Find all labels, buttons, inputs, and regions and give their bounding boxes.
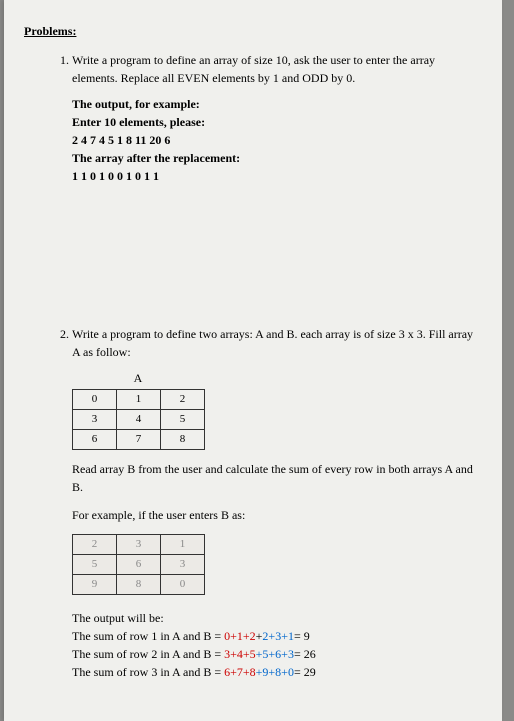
formula-b: +9+8+0 [256, 665, 294, 679]
cell: 6 [73, 430, 117, 450]
row-prefix: The sum of row 3 in A and B = [72, 665, 224, 679]
cell: 7 [117, 430, 161, 450]
sum-result: = 29 [294, 665, 316, 679]
cell: 5 [161, 410, 205, 430]
example-instruction: For example, if the user enters B as: [72, 506, 482, 524]
example-output-values: 1 1 0 1 0 0 1 0 1 1 [72, 167, 482, 185]
read-instruction: Read array B from the user and calculate… [72, 460, 482, 496]
output-block: The output will be: The sum of row 1 in … [72, 609, 482, 681]
problem-1-prompt: Write a program to define an array of si… [72, 51, 482, 87]
matrix-b-wrapper: 2 3 1 5 6 3 9 8 0 [72, 534, 482, 595]
section-title: Problems: [24, 24, 482, 39]
cell: 3 [73, 410, 117, 430]
output-label: The output will be: [72, 609, 482, 627]
example-input-label: Enter 10 elements, please: [72, 113, 482, 131]
table-row: 2 3 1 [73, 535, 205, 555]
example-output-label: The array after the replacement: [72, 149, 482, 167]
sum-result: = 9 [294, 629, 310, 643]
formula-b: +5+6+3 [256, 647, 294, 661]
problem-1-example: The output, for example: Enter 10 elemen… [72, 95, 482, 185]
problem-1: Write a program to define an array of si… [72, 51, 482, 185]
example-input-values: 2 4 7 4 5 1 8 11 20 6 [72, 131, 482, 149]
table-row: 0 1 2 [73, 390, 205, 410]
table-row: 3 4 5 [73, 410, 205, 430]
cell: 4 [117, 410, 161, 430]
output-row-2: The sum of row 2 in A and B = 3+4+5+5+6+… [72, 645, 482, 663]
formula-b: 2+3+1 [262, 629, 294, 643]
cell: 3 [161, 555, 205, 575]
output-row-3: The sum of row 3 in A and B = 6+7+8+9+8+… [72, 663, 482, 681]
cell: 1 [161, 535, 205, 555]
example-label: The output, for example: [72, 95, 482, 113]
cell: 2 [161, 390, 205, 410]
formula-a: 0+1+2 [224, 629, 256, 643]
matrix-a: 0 1 2 3 4 5 6 7 8 [72, 389, 205, 450]
cell: 8 [117, 575, 161, 595]
cell: 1 [117, 390, 161, 410]
row-prefix: The sum of row 2 in A and B = [72, 647, 224, 661]
sum-result: = 26 [294, 647, 316, 661]
cell: 3 [117, 535, 161, 555]
cell: 2 [73, 535, 117, 555]
matrix-b: 2 3 1 5 6 3 9 8 0 [72, 534, 205, 595]
problems-container: Write a program to define an array of si… [72, 51, 482, 681]
formula-a: 3+4+5 [224, 647, 256, 661]
cell: 5 [73, 555, 117, 575]
output-row-1: The sum of row 1 in A and B = 0+1+2+2+3+… [72, 627, 482, 645]
document-page: Problems: Write a program to define an a… [4, 0, 502, 721]
table-row: 6 7 8 [73, 430, 205, 450]
row-prefix: The sum of row 1 in A and B = [72, 629, 224, 643]
cell: 9 [73, 575, 117, 595]
problem-list: Write a program to define an array of si… [72, 51, 482, 681]
cell: 0 [161, 575, 205, 595]
cell: 6 [117, 555, 161, 575]
cell: 0 [73, 390, 117, 410]
formula-a: 6+7+8 [224, 665, 256, 679]
table-row: 5 6 3 [73, 555, 205, 575]
matrix-a-label: A [72, 369, 204, 387]
problem-2: Write a program to define two arrays: A … [72, 325, 482, 681]
cell: 8 [161, 430, 205, 450]
problem-2-prompt: Write a program to define two arrays: A … [72, 325, 482, 361]
table-row: 9 8 0 [73, 575, 205, 595]
